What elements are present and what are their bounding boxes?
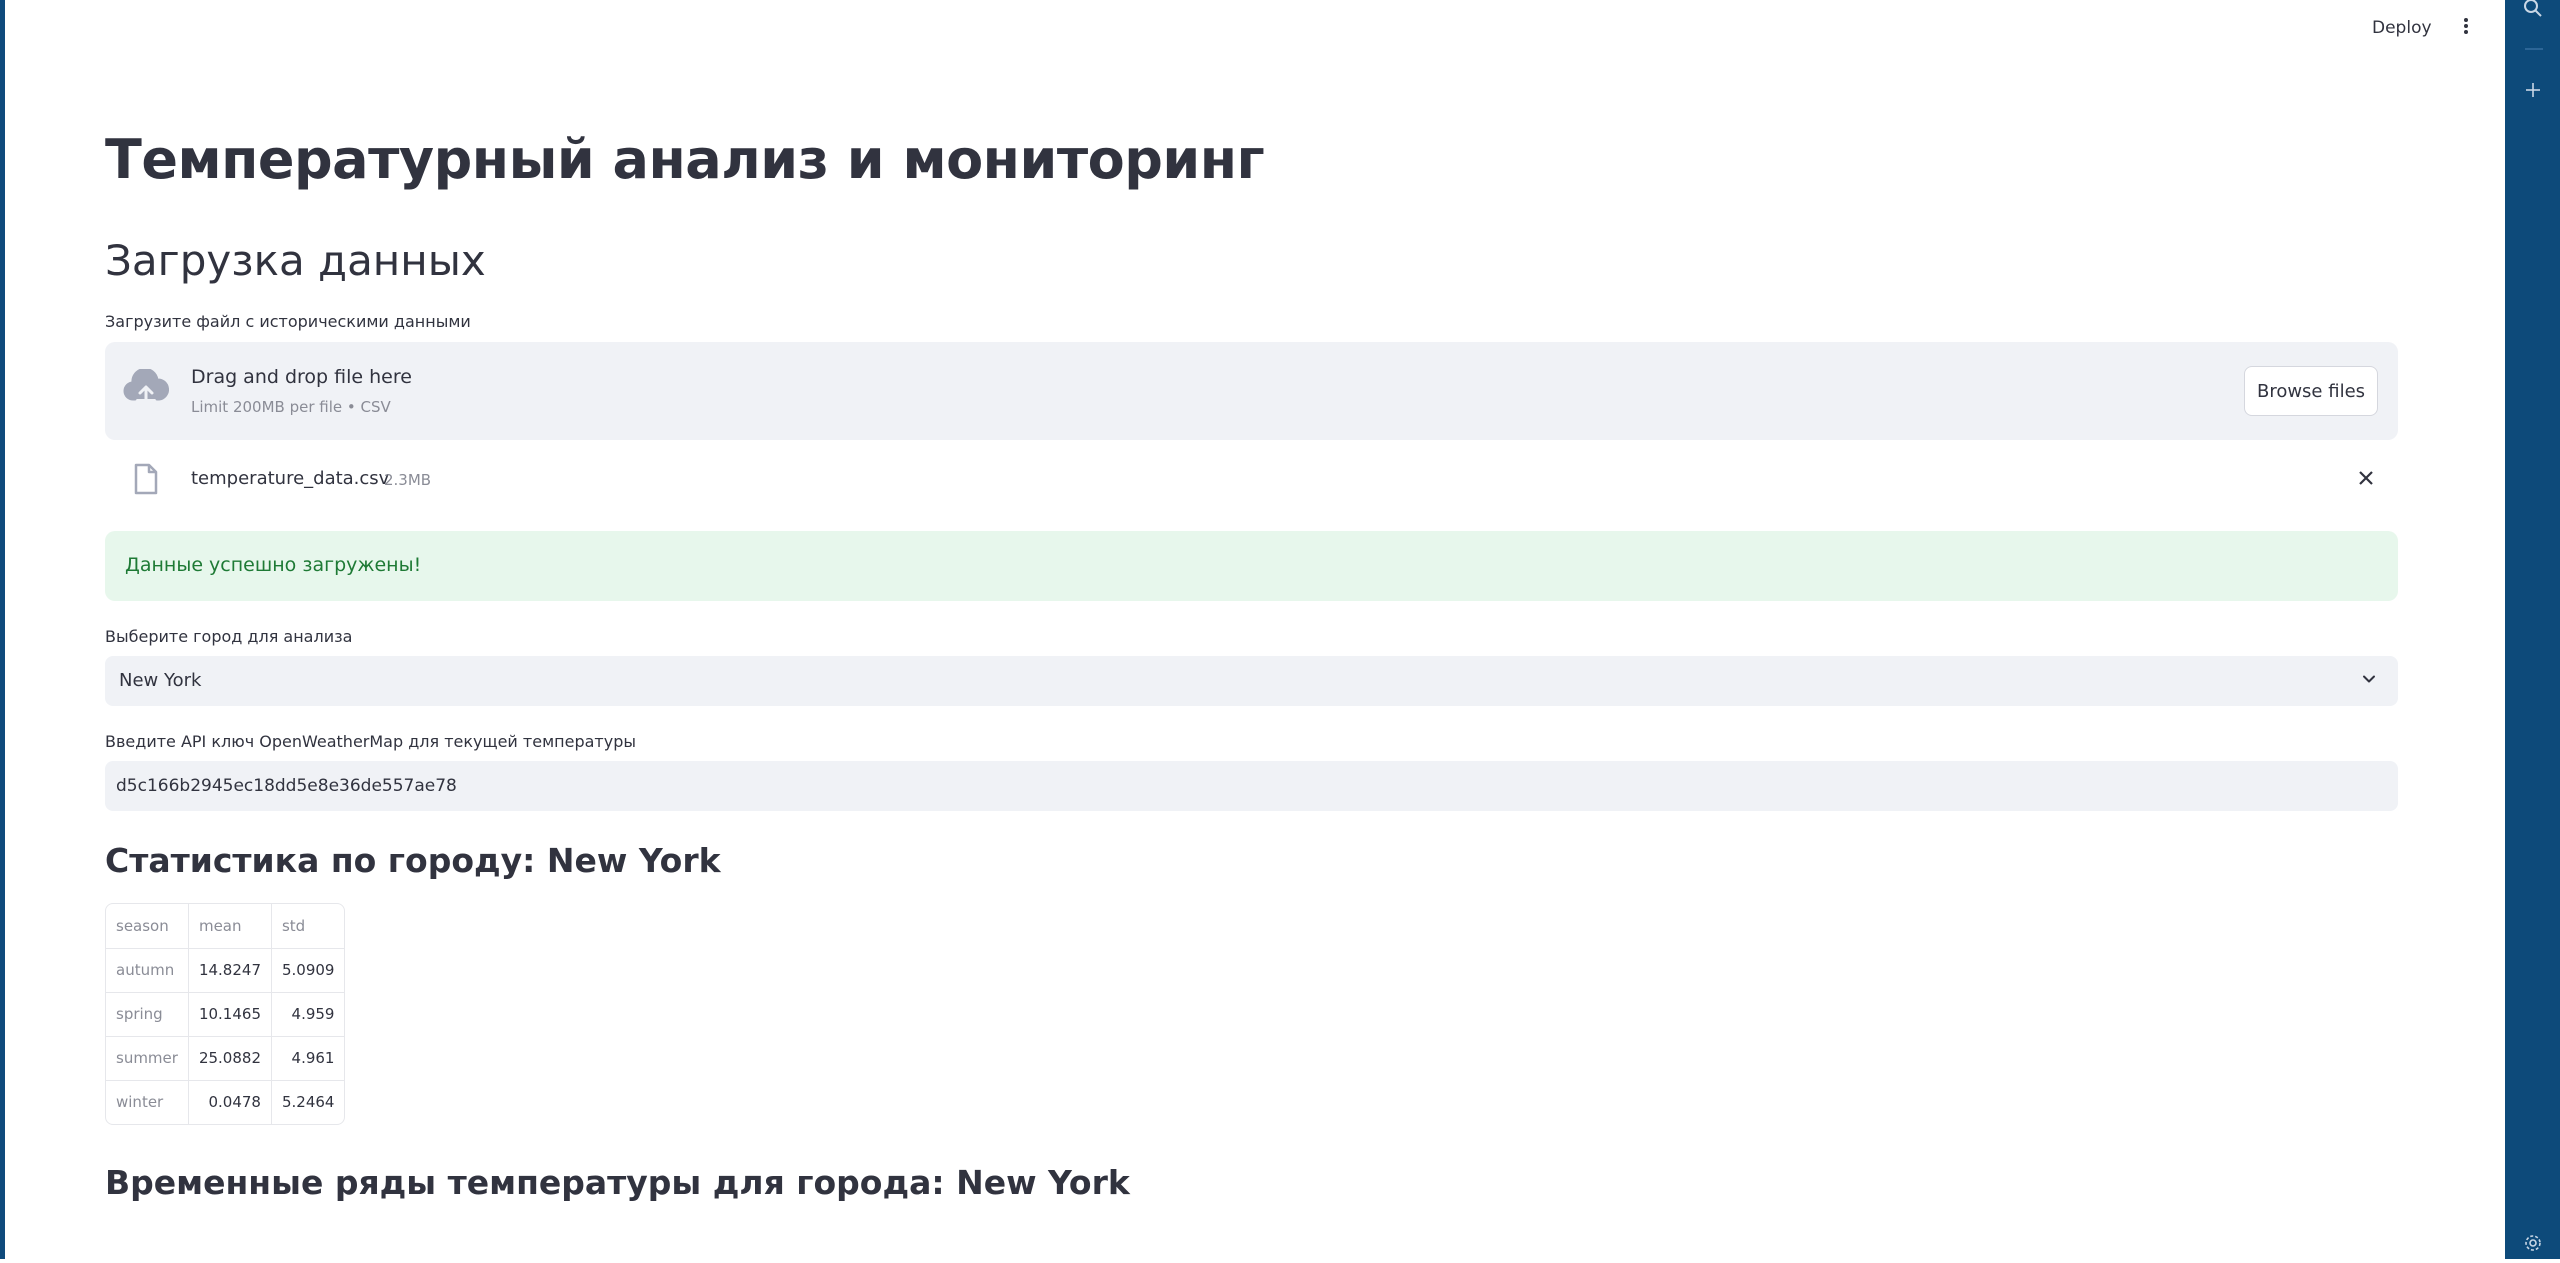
table-row: winter 0.0478 5.2464: [106, 1079, 345, 1124]
right-toolbar: [2505, 0, 2560, 1259]
city-select-label: Выберите город для анализа: [105, 627, 353, 646]
table-cell: 5.2464: [270, 1079, 345, 1124]
city-select[interactable]: New York: [105, 656, 2398, 706]
table-header-row: season mean std: [106, 904, 345, 949]
cloud-upload-icon: [123, 367, 169, 413]
table-cell: 5.0909: [270, 947, 345, 993]
column-header: season: [106, 904, 189, 949]
uploader-label: Загрузите файл с историческими данными: [105, 312, 471, 331]
dropzone-subtitle: Limit 200MB per file • CSV: [191, 398, 391, 416]
table-cell: 4.959: [270, 991, 345, 1037]
close-icon: [2358, 470, 2374, 490]
table-cell: 4.961: [270, 1035, 345, 1081]
page-title: Температурный анализ и мониторинг: [105, 128, 1265, 191]
uploaded-file-name: temperature_data.csv: [191, 468, 390, 489]
row-index-cell: winter: [106, 1079, 189, 1124]
row-index-cell: spring: [106, 991, 189, 1037]
table-cell: 10.1465: [187, 991, 272, 1037]
stats-table: season mean std autumn 14.8247 5.0909 sp…: [105, 903, 346, 1125]
dropzone-title: Drag and drop file here: [191, 366, 412, 388]
plus-icon[interactable]: [2505, 70, 2560, 110]
api-key-label: Введите API ключ OpenWeatherMap для теку…: [105, 732, 636, 751]
column-header: std: [270, 904, 345, 949]
table-cell: 0.0478: [187, 1079, 272, 1124]
column-header: mean: [187, 904, 272, 949]
table-cell: 14.8247: [187, 947, 272, 993]
row-index-cell: autumn: [106, 947, 189, 993]
timeseries-section-title: Временные ряды температуры для города: N…: [105, 1163, 1130, 1202]
chevron-down-icon: [2361, 671, 2377, 691]
row-index-cell: summer: [106, 1035, 189, 1081]
table-row: autumn 14.8247 5.0909: [106, 947, 345, 993]
app-header: Deploy: [5, 0, 2505, 56]
left-edge-bar: [0, 0, 5, 1259]
main-menu-button[interactable]: [2448, 10, 2484, 46]
rail-divider: [2525, 48, 2543, 50]
success-alert-text: Данные успешно загружены!: [125, 554, 422, 576]
deploy-button[interactable]: Deploy: [2360, 10, 2444, 46]
remove-file-button[interactable]: [2349, 463, 2383, 497]
gear-icon[interactable]: [2505, 1223, 2560, 1263]
file-dropzone[interactable]: Drag and drop file here Limit 200MB per …: [105, 342, 2398, 440]
vertical-dots-icon: [2463, 17, 2469, 39]
table-row: summer 25.0882 4.961: [106, 1035, 345, 1081]
api-key-input[interactable]: [105, 761, 2398, 811]
success-alert: Данные успешно загружены!: [105, 531, 2398, 601]
table-cell: 25.0882: [187, 1035, 272, 1081]
uploaded-file-item: temperature_data.csv 2.3MB: [105, 455, 2398, 505]
city-select-value: New York: [119, 670, 202, 691]
browse-files-button[interactable]: Browse files: [2244, 366, 2378, 416]
search-icon[interactable]: [2505, 0, 2560, 28]
upload-section-title: Загрузка данных: [105, 236, 486, 285]
stats-section-title: Статистика по городу: New York: [105, 841, 721, 880]
file-icon: [133, 463, 159, 499]
uploaded-file-size: 2.3MB: [384, 471, 432, 489]
table-row: spring 10.1465 4.959: [106, 991, 345, 1037]
